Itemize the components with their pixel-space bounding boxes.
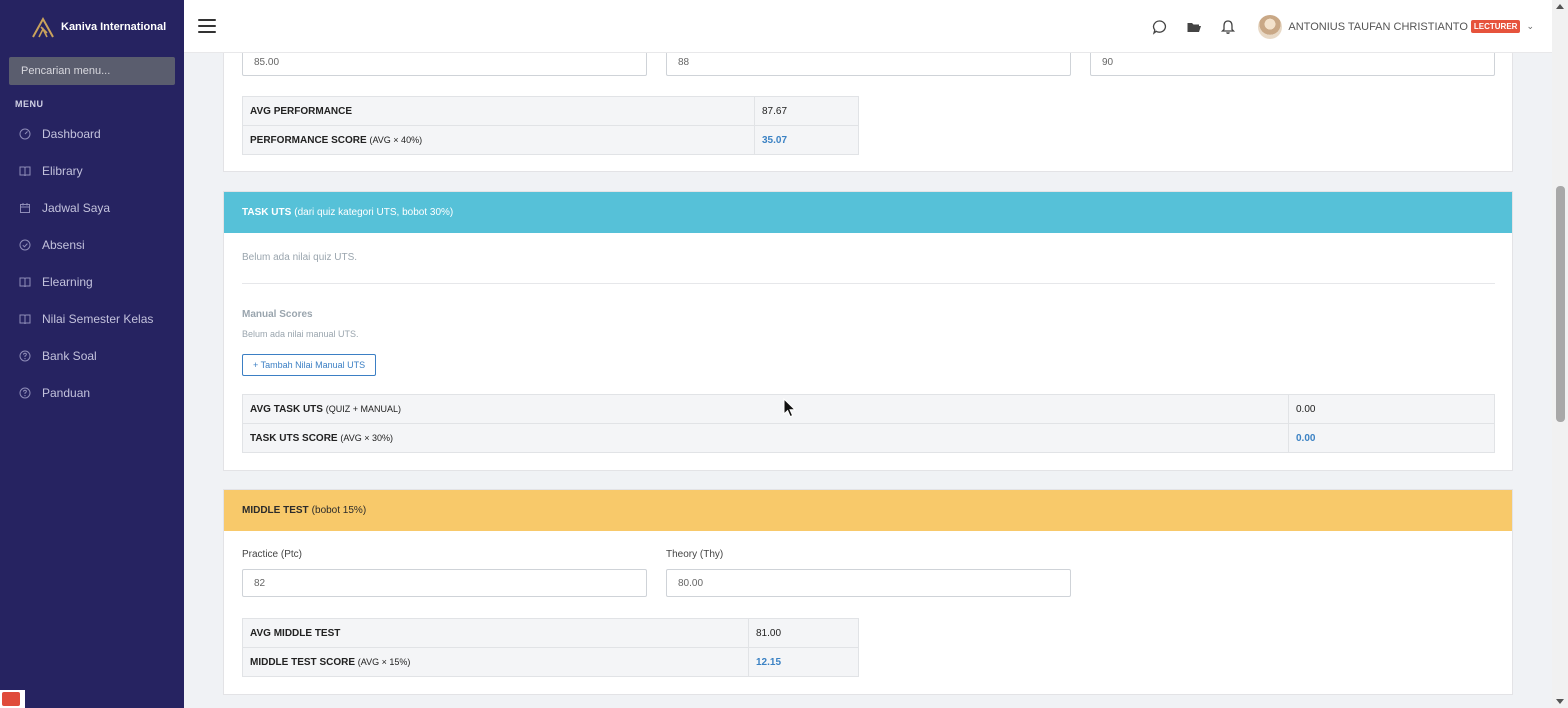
avg-middle-test-value: 81.00 — [748, 618, 859, 648]
task-uts-summary-table: AVG TASK UTS (QUIZ + MANUAL) 0.00 TASK U… — [242, 394, 1495, 453]
user-name: ANTONIUS TAUFAN CHRISTIANTO — [1288, 20, 1468, 33]
sidebar-item-elearning[interactable]: Elearning — [0, 263, 184, 300]
table-row: AVG MIDDLE TEST 81.00 — [242, 618, 859, 648]
task-uts-title: TASK UTS — [242, 207, 292, 218]
check-circle-icon — [19, 239, 31, 250]
sidebar-item-label: Dashboard — [42, 126, 101, 141]
table-row: AVG PERFORMANCE 87.67 — [242, 96, 859, 126]
sidebar-item-label: Bank Soal — [42, 348, 97, 363]
avg-task-uts-note: (QUIZ + MANUAL) — [325, 403, 402, 414]
gauge-icon — [19, 128, 31, 139]
performance-score-note: (AVG × 40%) — [369, 134, 423, 145]
sidebar-item-label: Jadwal Saya — [42, 200, 111, 215]
middle-test-score-value: 12.15 — [748, 647, 859, 677]
menu-heading: MENU — [15, 99, 44, 109]
sidebar-item-bank-soal[interactable]: Bank Soal — [0, 337, 184, 374]
add-manual-uts-button[interactable]: + Tambah Nilai Manual UTS — [242, 354, 377, 376]
performance-score-value: 35.07 — [754, 125, 859, 155]
calendar-icon — [20, 202, 30, 213]
sidebar-item-nilai-semester-kelas[interactable]: Nilai Semester Kelas — [0, 300, 184, 337]
brand[interactable]: Kaniva International — [0, 0, 184, 53]
user-menu[interactable]: ANTONIUS TAUFAN CHRISTIANTO LECTURER ⌄ — [1258, 14, 1534, 39]
book-icon — [19, 277, 31, 287]
menu-search-input[interactable]: Pencarian menu... — [9, 57, 175, 85]
middle-test-subtitle: (bobot 15%) — [311, 505, 367, 516]
app-launcher-icon[interactable] — [0, 690, 25, 708]
sidebar-item-panduan[interactable]: Panduan — [0, 374, 184, 411]
performance-summary-table: AVG PERFORMANCE 87.67 PERFORMANCE SCORE … — [242, 96, 859, 155]
theory-label: Theory (Thy) — [666, 549, 724, 560]
practice-label: Practice (Ptc) — [242, 549, 303, 560]
avg-task-uts-label-text: AVG TASK UTS — [250, 403, 323, 415]
avg-middle-test-label: AVG MIDDLE TEST — [242, 618, 749, 648]
avg-performance-value: 87.67 — [754, 96, 859, 126]
book-icon — [19, 166, 31, 176]
book-icon — [19, 314, 31, 324]
scrollbar-thumb[interactable] — [1556, 186, 1565, 422]
sidebar: Kaniva International Pencarian menu... M… — [0, 0, 184, 708]
table-row: TASK UTS SCORE (AVG × 30%) 0.00 — [242, 423, 1495, 453]
chat-icon[interactable] — [1152, 19, 1168, 35]
manual-scores-heading: Manual Scores — [242, 309, 313, 320]
middle-test-summary-table: AVG MIDDLE TEST 81.00 MIDDLE TEST SCORE … — [242, 618, 859, 677]
table-row: AVG TASK UTS (QUIZ + MANUAL) 0.00 — [242, 394, 1495, 424]
table-row: PERFORMANCE SCORE (AVG × 40%) 35.07 — [242, 125, 859, 155]
brand-logo-icon — [32, 16, 54, 37]
mouse-cursor-icon — [783, 398, 797, 418]
avatar — [1258, 14, 1283, 39]
topbar-actions: ANTONIUS TAUFAN CHRISTIANTO LECTURER ⌄ — [1152, 0, 1534, 53]
bell-icon[interactable] — [1220, 19, 1236, 35]
task-uts-score-note: (AVG × 30%) — [340, 432, 393, 443]
middle-test-score-label: MIDDLE TEST SCORE (AVG × 15%) — [242, 647, 749, 677]
task-uts-score-value: 0.00 — [1288, 423, 1495, 453]
performance-score-label-text: PERFORMANCE SCORE — [250, 134, 367, 146]
menu-toggle-icon[interactable] — [198, 19, 216, 33]
task-uts-score-label: TASK UTS SCORE (AVG × 30%) — [242, 423, 1289, 453]
task-uts-header: TASK UTS (dari quiz kategori UTS, bobot … — [224, 192, 1512, 233]
avg-task-uts-label: AVG TASK UTS (QUIZ + MANUAL) — [242, 394, 1289, 424]
task-uts-card: TASK UTS (dari quiz kategori UTS, bobot … — [223, 191, 1513, 471]
page-scrollbar[interactable] — [1552, 0, 1568, 708]
sidebar-item-label: Elearning — [42, 274, 93, 289]
folder-icon[interactable] — [1186, 19, 1202, 35]
avg-performance-label: AVG PERFORMANCE — [242, 96, 755, 126]
middle-test-card: MIDDLE TEST (bobot 15%) Practice (Ptc) 8… — [223, 489, 1513, 695]
task-uts-score-label-text: TASK UTS SCORE — [250, 432, 338, 444]
theory-input[interactable]: 80.00 — [666, 569, 1071, 597]
sidebar-item-elibrary[interactable]: Elibrary — [0, 152, 184, 189]
sidebar-item-dashboard[interactable]: Dashboard — [0, 115, 184, 152]
task-uts-subtitle: (dari quiz kategori UTS, bobot 30%) — [294, 207, 454, 218]
practice-input[interactable]: 82 — [242, 569, 647, 597]
brand-name: Kaniva International — [61, 20, 167, 33]
sidebar-item-label: Elibrary — [42, 163, 83, 178]
avg-task-uts-value: 0.00 — [1288, 394, 1495, 424]
sidebar-item-label: Nilai Semester Kelas — [42, 311, 154, 326]
role-badge: LECTURER — [1470, 20, 1521, 33]
middle-test-score-label-text: MIDDLE TEST SCORE — [250, 656, 356, 668]
empty-quiz-message: Belum ada nilai quiz UTS. — [242, 252, 358, 263]
middle-test-score-note: (AVG × 15%) — [357, 656, 411, 667]
middle-test-header: MIDDLE TEST (bobot 15%) — [224, 490, 1512, 531]
chevron-down-icon: ⌄ — [1526, 21, 1534, 31]
help-circle-icon — [19, 350, 31, 361]
scroll-up-icon[interactable] — [1556, 4, 1564, 9]
topbar: ANTONIUS TAUFAN CHRISTIANTO LECTURER ⌄ — [184, 0, 1552, 53]
empty-manual-message: Belum ada nilai manual UTS. — [242, 329, 359, 339]
divider — [242, 283, 1495, 284]
sidebar-item-label: Absensi — [42, 237, 85, 252]
sidebar-item-label: Panduan — [42, 385, 91, 400]
performance-score-label: PERFORMANCE SCORE (AVG × 40%) — [242, 125, 755, 155]
sidebar-item-absensi[interactable]: Absensi — [0, 226, 184, 263]
help-circle-icon — [19, 387, 31, 398]
sidebar-item-jadwal-saya[interactable]: Jadwal Saya — [0, 189, 184, 226]
main-content: 85.00 88 90 AVG PERFORMANCE 87.67 PERFOR… — [184, 0, 1552, 708]
table-row: MIDDLE TEST SCORE (AVG × 15%) 12.15 — [242, 647, 859, 677]
middle-test-title: MIDDLE TEST — [242, 505, 309, 516]
scroll-down-icon[interactable] — [1556, 699, 1564, 704]
